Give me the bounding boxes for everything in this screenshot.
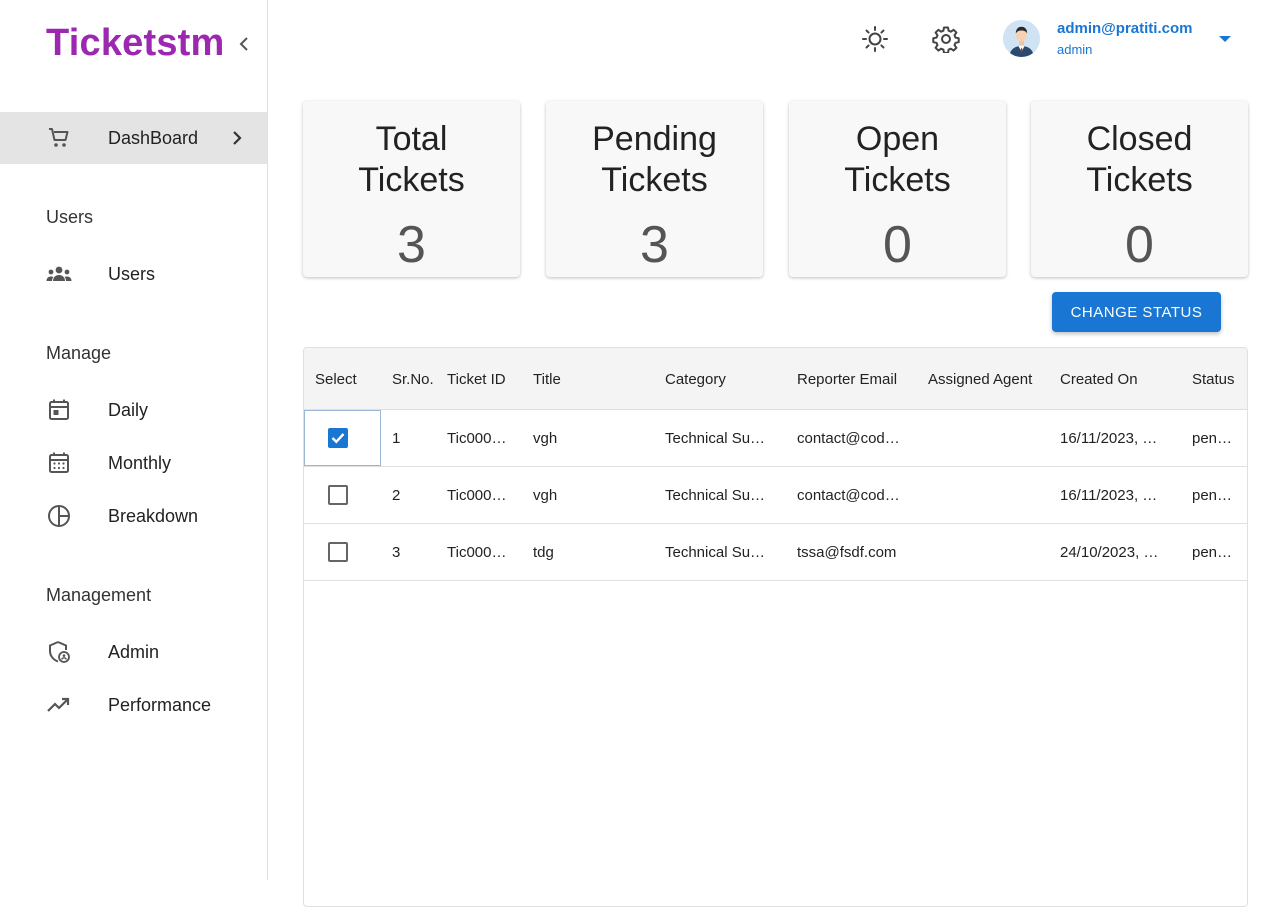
stat-card-value: 3 [640, 216, 669, 274]
section-title-users: Users [46, 207, 94, 227]
column-header-created-on[interactable]: Created On [1060, 348, 1138, 410]
table-row[interactable]: 3 Tic000… tdg Technical Su… tssa@fsdf.co… [304, 524, 1247, 581]
sidebar-item-label: Performance [108, 694, 212, 715]
sidebar: Ticketstm DashBoard Users Users Manage D… [0, 0, 268, 880]
row-checkbox[interactable] [328, 428, 348, 448]
stat-card-value: 0 [1125, 216, 1154, 274]
created-on-cell: 24/10/2023, … [1060, 543, 1159, 561]
reporter-email-cell: tssa@fsdf.com [797, 543, 897, 561]
sidebar-item-label: Breakdown [108, 505, 199, 526]
sidebar-item-label: Users [108, 263, 156, 284]
calendar-today-icon [46, 397, 72, 423]
column-header-reporter-email[interactable]: Reporter Email [797, 348, 897, 410]
select-cell [328, 467, 358, 523]
assigned-agent-cell [928, 410, 1054, 466]
stat-card-closed: Closed Tickets 0 [1031, 101, 1248, 277]
status-cell: pen… [1192, 543, 1233, 561]
sun-icon [862, 26, 888, 52]
column-header-select[interactable]: Select [315, 348, 357, 410]
sr-no-cell: 2 [392, 486, 401, 504]
gear-icon [932, 26, 960, 53]
user-menu-button[interactable] [1215, 30, 1235, 48]
check-icon [331, 433, 345, 444]
tickets-table: Select Sr.No. Ticket ID Title Category R… [303, 347, 1248, 907]
avatar[interactable] [1003, 20, 1040, 57]
user-email: admin@pratiti.com [1057, 20, 1193, 37]
chevron-right-icon [228, 129, 246, 147]
sidebar-item-performance[interactable]: Performance [0, 679, 267, 731]
assigned-agent-cell [928, 467, 1054, 523]
status-cell: pen… [1192, 486, 1233, 504]
stat-card-title: Open Tickets [844, 120, 951, 199]
created-on-cell: 16/11/2023, … [1060, 486, 1158, 504]
stat-card-pending: Pending Tickets 3 [546, 101, 763, 277]
column-header-status[interactable]: Status [1192, 348, 1235, 410]
section-title-manage: Manage [46, 343, 112, 363]
select-cell [328, 410, 358, 466]
trending-up-icon [46, 692, 72, 718]
calendar-month-icon [46, 450, 72, 476]
category-cell: Technical Su… [665, 486, 766, 504]
sidebar-item-admin[interactable]: Admin [0, 626, 267, 678]
sidebar-item-users[interactable]: Users [0, 248, 267, 300]
title-cell: tdg [533, 543, 554, 561]
sidebar-item-label: Daily [108, 399, 149, 420]
column-header-ticket-id[interactable]: Ticket ID [447, 348, 506, 410]
stat-card-title: Closed Tickets [1086, 120, 1193, 199]
change-status-button[interactable]: CHANGE STATUS [1052, 292, 1221, 332]
category-cell: Technical Su… [665, 543, 766, 561]
reporter-email-cell: contact@cod… [797, 486, 900, 504]
sidebar-item-breakdown[interactable]: Breakdown [0, 490, 267, 542]
stat-card-value: 0 [883, 216, 912, 274]
sidebar-item-label: DashBoard [108, 127, 199, 148]
stat-card-title: Total Tickets [358, 120, 465, 199]
ticket-id-cell: Tic000… [447, 486, 507, 504]
section-title-management: Management [46, 585, 152, 605]
ticket-id-cell: Tic000… [447, 429, 507, 447]
table-row[interactable]: 1 Tic000… vgh Technical Su… contact@cod…… [304, 410, 1247, 467]
collapse-sidebar-button[interactable] [234, 34, 254, 54]
stat-card-title: Pending Tickets [592, 120, 717, 199]
select-cell [328, 524, 358, 580]
created-on-cell: 16/11/2023, … [1060, 429, 1158, 447]
brand-logo: Ticketstm [46, 22, 225, 64]
stat-card-value: 3 [397, 216, 426, 274]
sidebar-item-label: Admin [108, 641, 160, 662]
sr-no-cell: 3 [392, 543, 401, 561]
reporter-email-cell: contact@cod… [797, 429, 900, 447]
caret-down-icon [1219, 36, 1231, 42]
sidebar-item-dashboard[interactable]: DashBoard [0, 112, 267, 164]
column-header-sr-no[interactable]: Sr.No. [392, 348, 434, 410]
title-cell: vgh [533, 429, 558, 447]
chevron-left-icon [239, 37, 248, 51]
user-role: admin [1057, 42, 1093, 57]
stat-card-total: Total Tickets 3 [303, 101, 520, 277]
column-header-title[interactable]: Title [533, 348, 561, 410]
settings-button[interactable] [931, 24, 961, 54]
category-cell: Technical Su… [665, 429, 766, 447]
table-header: Select Sr.No. Ticket ID Title Category R… [304, 348, 1247, 410]
assigned-agent-cell [928, 524, 1054, 580]
stat-card-open: Open Tickets 0 [789, 101, 1006, 277]
sidebar-item-monthly[interactable]: Monthly [0, 437, 267, 489]
title-cell: vgh [533, 486, 558, 504]
sr-no-cell: 1 [392, 429, 401, 447]
users-icon [46, 261, 72, 287]
pie-chart-icon [46, 503, 72, 529]
row-checkbox[interactable] [328, 485, 348, 505]
row-checkbox[interactable] [328, 542, 348, 562]
theme-toggle-button[interactable] [860, 24, 890, 54]
sidebar-item-label: Monthly [108, 452, 172, 473]
table-row[interactable]: 2 Tic000… vgh Technical Su… contact@cod…… [304, 467, 1247, 524]
column-header-assigned-agent[interactable]: Assigned Agent [928, 348, 1032, 410]
cart-icon [46, 125, 72, 151]
column-header-category[interactable]: Category [665, 348, 726, 410]
status-cell: pen… [1192, 429, 1233, 447]
ticket-id-cell: Tic000… [447, 543, 507, 561]
admin-shield-icon [46, 639, 72, 665]
sidebar-item-daily[interactable]: Daily [0, 384, 267, 436]
